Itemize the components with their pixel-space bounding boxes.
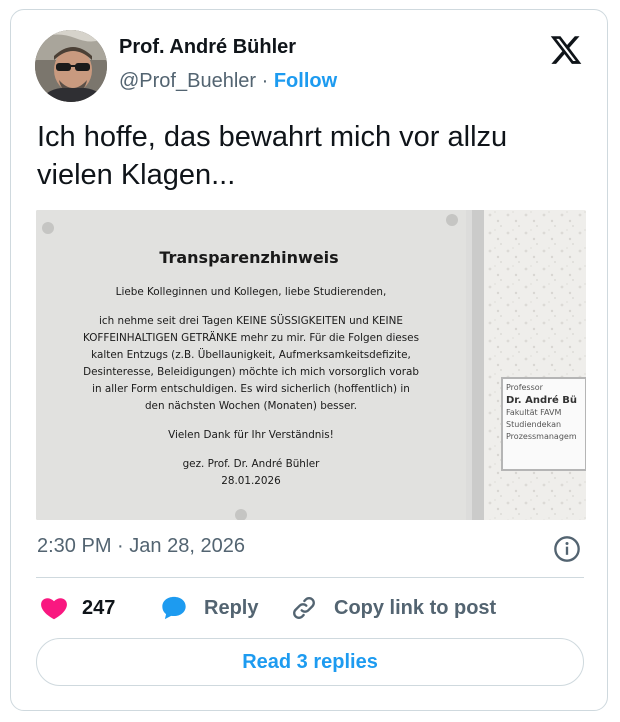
tweet-date: Jan 28, 2026 (129, 535, 245, 557)
follow-button[interactable]: Follow (274, 70, 337, 92)
avatar-photo (35, 30, 107, 102)
notice-line: Vielen Dank für Ihr Verständnis! (168, 429, 334, 441)
door-sign-line: Studiendekan (506, 420, 562, 429)
notice-line: den nächsten Wochen (Monaten) besser. (144, 400, 358, 412)
door-sign-name: Dr. André Bü (506, 395, 578, 406)
x-logo-icon[interactable] (549, 33, 583, 67)
timestamp[interactable]: 2:30 PM · Jan 28, 2026 (37, 535, 245, 558)
notice-line: kalten Entzugs (z.B. Übellaunigkeit, Auf… (91, 349, 411, 361)
tweet-photo[interactable]: Transparenzhinweis Liebe Kolleginnen und… (36, 210, 586, 520)
notice-body: Liebe Kolleginnen und Kollegen, liebe St… (56, 284, 446, 490)
door-sign-line: Professor (506, 383, 543, 392)
read-replies-button[interactable]: Read 3 replies (36, 638, 584, 686)
divider (36, 577, 584, 578)
avatar[interactable] (35, 30, 107, 102)
notice-line: ich nehme seit drei Tagen KEINE SÜSSIGKE… (99, 315, 403, 327)
author-handle-row: @Prof_Buehler · Follow (119, 70, 337, 93)
action-bar: 247 Reply Copy link to post (0, 592, 620, 624)
link-icon (293, 597, 315, 619)
tweet-text: Ich hoffe, das bewahrt mich vor allzu vi… (37, 121, 508, 191)
notice-line: Desinteresse, Beleidigungen) möchte ich … (83, 366, 419, 378)
like-button[interactable]: 247 (40, 592, 115, 624)
heart-icon (41, 598, 67, 620)
tweet-time: 2:30 PM (37, 535, 112, 557)
reply-button[interactable]: Reply (160, 592, 258, 624)
author-handle[interactable]: @Prof_Buehler (119, 70, 256, 92)
reply-bubble-icon (162, 596, 186, 620)
notice-line: Liebe Kolleginnen und Kollegen, liebe St… (115, 286, 387, 298)
notice-date: 28.01.2026 (221, 475, 281, 487)
door-sign-line: Prozessmanagem (506, 432, 577, 441)
separator-dot: · (261, 70, 269, 92)
notice-signature: gez. Prof. Dr. André Bühler (182, 458, 320, 470)
notice-title: Transparenzhinweis (159, 248, 339, 267)
info-icon[interactable] (553, 535, 581, 563)
notice-line: KOFFEINHALTIGEN GETRÄNKE mehr zu mir. Fü… (82, 332, 419, 344)
notice-line: in aller Form entschuldigen. Es wird sic… (92, 383, 410, 395)
copy-link-button[interactable]: Copy link to post (290, 592, 496, 624)
reply-label: Reply (204, 596, 259, 619)
copy-link-label: Copy link to post (334, 596, 497, 619)
door-sign: Professor Dr. André Bü Fakultät FAVM Stu… (506, 382, 586, 443)
separator-dot: · (117, 535, 124, 557)
author-name[interactable]: Prof. André Bühler (119, 36, 296, 59)
like-count: 247 (82, 596, 116, 619)
door-sign-line: Fakultät FAVM (506, 408, 562, 417)
